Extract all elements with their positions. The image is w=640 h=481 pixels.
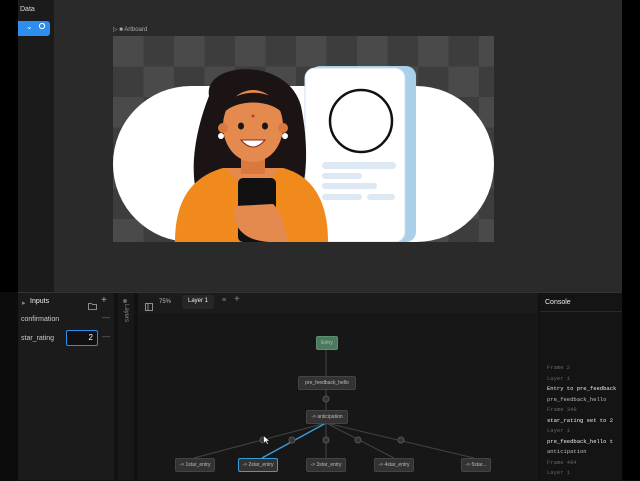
4star-entry-node[interactable]: -> 4star_entry — [374, 458, 414, 472]
graph-connections — [193, 349, 475, 459]
layers-label: Layers — [123, 304, 129, 323]
tab-layer-1[interactable]: Layer 1 — [182, 295, 214, 309]
artboard-label: ▷ ■ Artboard — [113, 27, 148, 33]
data-panel — [18, 0, 55, 292]
console-line: Frame 494 — [547, 458, 577, 466]
collapse-icon[interactable]: ▸ — [22, 299, 26, 307]
3star-entry-node[interactable]: -> 3star_entry — [306, 458, 346, 472]
state-machine-graph[interactable]: Entry pre_feedback_hello -> anticipation… — [138, 313, 538, 480]
console-line: Layer 1 — [547, 374, 571, 382]
2star-entry-node[interactable]: -> 2star_entry — [238, 458, 278, 472]
console-line: Entry to pre_feedback — [547, 385, 617, 392]
star-rating-value-field[interactable]: 2 — [66, 330, 98, 346]
mouse-cursor-icon — [263, 435, 271, 445]
remove-input-button[interactable]: — — [102, 313, 110, 322]
dot-icon — [123, 299, 127, 303]
console-log: Frame 2 Layer 1 Entry to pre_feedback pr… — [547, 363, 622, 479]
console-line: Frame 349 — [547, 406, 577, 413]
square-icon: ■ — [119, 27, 123, 33]
console-line: anticipation — [547, 448, 587, 455]
anticipation-node[interactable]: -> anticipation — [306, 410, 348, 424]
sync-icon[interactable] — [38, 22, 46, 32]
console-line: star_rating set to 2 — [547, 416, 614, 424]
chevron-down-icon[interactable]: ⌄ — [26, 22, 33, 31]
remove-input-button[interactable]: — — [102, 332, 110, 341]
artboard-illustration — [113, 36, 494, 242]
input-name-star-rating: star_rating — [21, 335, 55, 342]
add-input-button[interactable]: + — [101, 295, 107, 306]
data-panel-title: Data — [20, 6, 35, 13]
state-machine-toolbar: 75% Layer 1 ≡ + — [138, 293, 538, 313]
pre-feedback-hello-node[interactable]: pre_feedback_hello — [298, 376, 356, 390]
layers-strip[interactable]: Layers — [118, 293, 134, 480]
add-layer-button[interactable]: + — [234, 294, 240, 305]
inputs-panel: ▸ Inputs + confirmation — star_rating 2 … — [18, 293, 114, 480]
list-icon[interactable]: ≡ — [222, 297, 226, 304]
1star-entry-node[interactable]: -> 1star_entry — [175, 458, 215, 472]
console-line: Layer 1 — [547, 469, 571, 476]
left-edge-strip — [0, 0, 18, 292]
console-panel: Console Frame 2 Layer 1 Entry to pre_fee… — [540, 293, 622, 480]
5star-entry-node[interactable]: -> 5star... — [461, 458, 491, 472]
entry-node[interactable]: Entry — [316, 336, 338, 350]
zoom-level[interactable]: 75% — [159, 299, 171, 305]
console-line: pre_feedback_hello t — [547, 437, 614, 445]
input-name-confirmation: confirmation — [21, 316, 60, 323]
divider — [540, 311, 622, 312]
console-line: Frame 2 — [547, 364, 571, 371]
right-edge-strip — [622, 0, 640, 480]
inputs-title: Inputs — [30, 298, 50, 305]
console-line: pre_feedback_hello — [547, 395, 607, 403]
artboard[interactable] — [113, 36, 494, 242]
play-icon[interactable]: ▷ — [113, 27, 118, 33]
folder-icon[interactable] — [88, 297, 97, 315]
console-line: Layer 1 — [547, 427, 571, 434]
console-title: Console — [545, 299, 571, 306]
